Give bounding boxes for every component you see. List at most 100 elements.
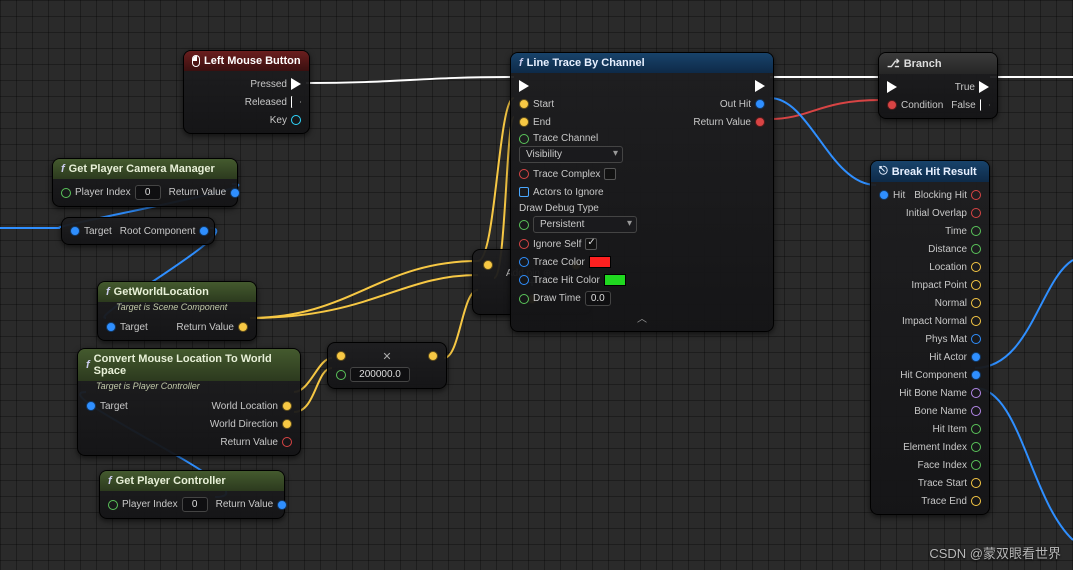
trace-complex-checkbox[interactable] bbox=[604, 168, 616, 180]
node-root-component[interactable]: Target Root Component bbox=[61, 217, 215, 245]
pin-hit-component[interactable] bbox=[971, 370, 981, 380]
draw-debug-dropdown[interactable]: Persistent bbox=[533, 216, 637, 233]
player-index-value[interactable]: 0 bbox=[182, 497, 208, 512]
node-break-hit-result[interactable]: ⎋Break Hit Result HitBlocking Hit Initia… bbox=[870, 160, 990, 515]
pin-world-location[interactable] bbox=[282, 401, 292, 411]
pin-trace-channel[interactable] bbox=[519, 134, 529, 144]
node-branch[interactable]: ⎇Branch True ConditionFalse bbox=[878, 52, 998, 119]
pin-label: Initial Overlap bbox=[906, 208, 967, 219]
pin-hit-actor[interactable] bbox=[971, 352, 981, 362]
node-line-trace-by-channel[interactable]: fLine Trace By Channel StartOut Hit EndR… bbox=[510, 52, 774, 332]
pin-bone-name[interactable] bbox=[971, 406, 981, 416]
pin-label: Time bbox=[945, 226, 967, 237]
exec-in[interactable] bbox=[519, 80, 529, 92]
pin-initial-overlap[interactable] bbox=[971, 208, 981, 218]
pin-draw-time[interactable] bbox=[519, 294, 529, 304]
pin-out-hit[interactable] bbox=[755, 99, 765, 109]
pin-label: Impact Point bbox=[911, 280, 967, 291]
pin-label: Player Index bbox=[75, 187, 131, 198]
pin-impact-normal[interactable] bbox=[971, 316, 981, 326]
pin-draw-debug[interactable] bbox=[519, 220, 529, 230]
pin-phys-mat[interactable] bbox=[971, 334, 981, 344]
pin-label: World Direction bbox=[210, 419, 278, 430]
node-get-player-camera-manager[interactable]: fGet Player Camera Manager Player Index0… bbox=[52, 158, 238, 207]
branch-icon: ⎇ bbox=[887, 57, 900, 70]
pin-label: Blocking Hit bbox=[914, 190, 967, 201]
pin-trace-hit-color[interactable] bbox=[519, 275, 529, 285]
exec-pin-pressed[interactable] bbox=[291, 78, 301, 90]
pin-trace-color[interactable] bbox=[519, 257, 529, 267]
multiply-value[interactable]: 200000.0 bbox=[350, 367, 410, 382]
pin-b[interactable] bbox=[336, 370, 346, 380]
pin-target[interactable] bbox=[86, 401, 96, 411]
pin-ignore-self[interactable] bbox=[519, 239, 529, 249]
trace-channel-dropdown[interactable]: Visibility bbox=[519, 146, 623, 163]
pin-face-index[interactable] bbox=[971, 460, 981, 470]
exec-pin-released[interactable] bbox=[291, 96, 301, 108]
ignore-self-checkbox[interactable] bbox=[585, 238, 597, 250]
pin-label: Normal bbox=[935, 298, 967, 309]
node-get-world-location[interactable]: fGetWorldLocation Target is Scene Compon… bbox=[97, 281, 257, 341]
node-get-player-controller[interactable]: fGet Player Controller Player Index0 Ret… bbox=[99, 470, 285, 519]
pin-impact-point[interactable] bbox=[971, 280, 981, 290]
pin-return[interactable] bbox=[238, 322, 248, 332]
player-index-value[interactable]: 0 bbox=[135, 185, 161, 200]
pin-root-component[interactable] bbox=[199, 226, 209, 236]
node-multiply[interactable]: ✕ 200000.0 bbox=[327, 342, 447, 389]
pin-label: Element Index bbox=[903, 442, 967, 453]
pin-target[interactable] bbox=[106, 322, 116, 332]
pin-trace-complex[interactable] bbox=[519, 169, 529, 179]
pin-label: Target bbox=[120, 322, 148, 333]
pin-in-1[interactable] bbox=[483, 260, 493, 270]
pin-key-label: Key bbox=[270, 115, 287, 126]
pin-hit-bone-name[interactable] bbox=[971, 388, 981, 398]
pin-trace-start[interactable] bbox=[971, 478, 981, 488]
collapse-icon[interactable]: ︿ bbox=[511, 308, 773, 327]
pin-world-direction[interactable] bbox=[282, 419, 292, 429]
pin-blocking-hit[interactable] bbox=[971, 190, 981, 200]
pin-label: Return Value bbox=[693, 117, 751, 128]
trace-hit-color-swatch[interactable] bbox=[604, 274, 626, 286]
pin-return[interactable] bbox=[230, 188, 240, 198]
pin-return[interactable] bbox=[282, 437, 292, 447]
pin-return[interactable] bbox=[277, 500, 287, 510]
node-convert-mouse-location[interactable]: fConvert Mouse Location To World Space T… bbox=[77, 348, 301, 456]
pin-start[interactable] bbox=[519, 99, 529, 109]
pin-normal[interactable] bbox=[971, 298, 981, 308]
pin-return-value[interactable] bbox=[755, 117, 765, 127]
pin-label: Face Index bbox=[918, 460, 967, 471]
exec-false[interactable] bbox=[980, 99, 990, 111]
pin-target[interactable] bbox=[70, 226, 80, 236]
pin-trace-end[interactable] bbox=[971, 496, 981, 506]
function-icon: f bbox=[519, 57, 523, 69]
draw-time-value[interactable]: 0.0 bbox=[585, 291, 611, 306]
pin-location[interactable] bbox=[971, 262, 981, 272]
pin-end[interactable] bbox=[519, 117, 529, 127]
pin-label: Phys Mat bbox=[925, 334, 967, 345]
pin-player-index[interactable] bbox=[108, 500, 118, 510]
node-title: Branch bbox=[904, 58, 942, 70]
node-title: Line Trace By Channel bbox=[527, 57, 645, 69]
node-title: Get Player Controller bbox=[116, 475, 226, 487]
exec-true[interactable] bbox=[979, 81, 989, 93]
pin-label: Location bbox=[929, 262, 967, 273]
function-icon: f bbox=[61, 163, 65, 175]
pin-time[interactable] bbox=[971, 226, 981, 236]
pin-distance[interactable] bbox=[971, 244, 981, 254]
exec-out[interactable] bbox=[755, 80, 765, 92]
pin-label: Ignore Self bbox=[533, 239, 581, 250]
exec-in[interactable] bbox=[887, 81, 897, 93]
pin-condition[interactable] bbox=[887, 100, 897, 110]
pin-hit-item[interactable] bbox=[971, 424, 981, 434]
pin-player-index[interactable] bbox=[61, 188, 71, 198]
pin-hit[interactable] bbox=[879, 190, 889, 200]
pin-element-index[interactable] bbox=[971, 442, 981, 452]
pin-a[interactable] bbox=[336, 351, 346, 361]
node-title: Left Mouse Button bbox=[204, 55, 301, 67]
pin-out[interactable] bbox=[428, 351, 438, 361]
node-left-mouse-button[interactable]: Left Mouse Button Pressed Released Key bbox=[183, 50, 310, 134]
pin-key[interactable] bbox=[291, 115, 301, 125]
pin-label: Hit bbox=[893, 190, 905, 201]
mouse-icon bbox=[192, 55, 200, 67]
trace-color-swatch[interactable] bbox=[589, 256, 611, 268]
